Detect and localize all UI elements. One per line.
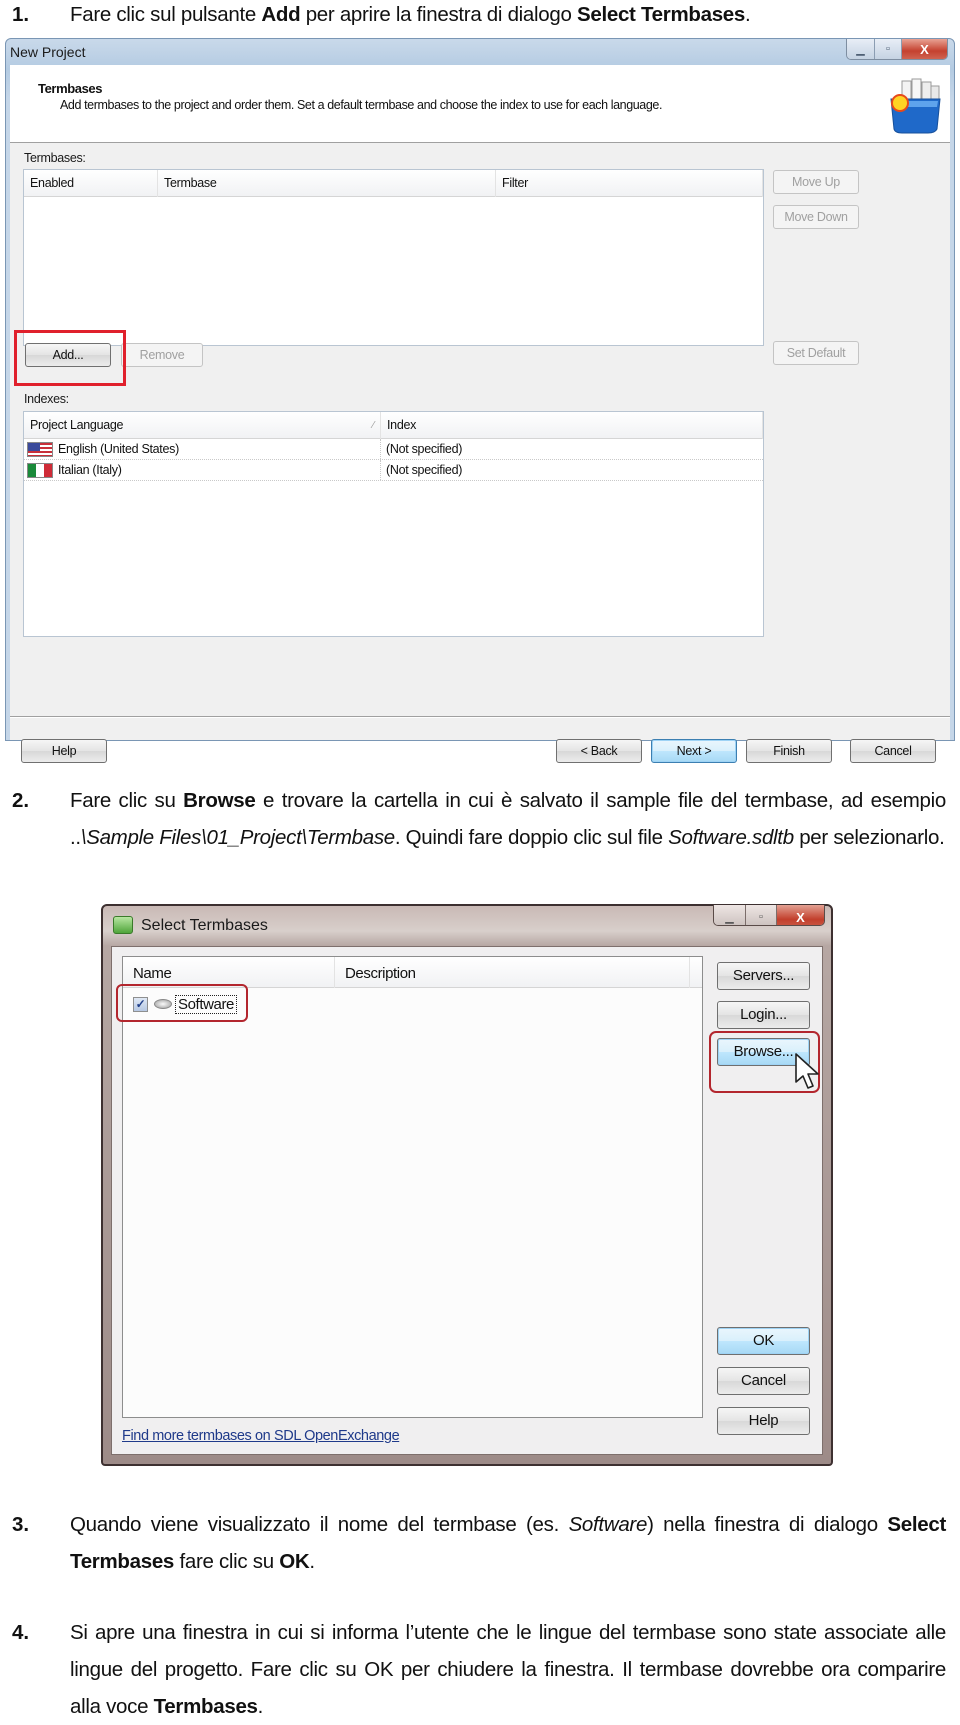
move-up-button[interactable]: Move Up — [773, 170, 859, 194]
software-row-highlight — [116, 984, 248, 1022]
cancel-button[interactable]: Cancel — [717, 1367, 810, 1395]
step-text: Si apre una finestra in cui si informa l… — [70, 1614, 946, 1725]
bold-text: Browse — [183, 789, 256, 812]
finish-button[interactable]: Finish — [746, 739, 832, 763]
step-number: 2. — [12, 789, 30, 812]
column-header-filter[interactable]: Filter — [496, 170, 763, 197]
indexes-grid[interactable]: Project Language ⁄ Index English (United… — [23, 411, 764, 637]
step-number: 1. — [12, 3, 30, 26]
text-run: . Quindi fare doppio clic sul file — [394, 826, 669, 849]
new-project-window: New Project ▁ ▫ X Termbases Add termbase… — [5, 38, 955, 763]
column-header-filler — [690, 957, 702, 988]
sort-indicator-icon: ⁄ — [372, 420, 375, 431]
text-run: . — [257, 1695, 264, 1718]
window-controls: ▁ ▫ X — [846, 39, 948, 60]
servers-button[interactable]: Servers... — [717, 962, 810, 990]
step-number: 4. — [12, 1621, 30, 1644]
wizard-body: Termbases Add termbases to the project a… — [10, 65, 950, 763]
step-text: Quando viene visualizzato il nome del te… — [70, 1506, 946, 1580]
italy-flag-icon — [27, 463, 53, 478]
step-number: 3. — [12, 1513, 30, 1536]
us-flag-icon — [27, 442, 53, 457]
bold-text: OK — [279, 1550, 310, 1573]
column-header-project-language[interactable]: Project Language ⁄ — [24, 412, 381, 439]
ok-button[interactable]: OK — [717, 1327, 810, 1355]
indexes-grid-header: Project Language ⁄ Index — [24, 412, 763, 439]
project-language-cell: Italian (Italy) — [58, 463, 122, 477]
index-cell[interactable]: (Not specified) — [386, 439, 462, 460]
bold-text: Termbases — [153, 1695, 258, 1718]
minimize-button[interactable]: ▁ — [847, 39, 874, 59]
termbase-folder-icon — [113, 916, 133, 934]
wizard-header: Termbases Add termbases to the project a… — [10, 65, 950, 143]
italic-text: Software.sdltb — [668, 826, 794, 849]
termbases-grid[interactable]: Enabled Termbase Filter — [23, 169, 764, 346]
column-header-index[interactable]: Index — [381, 412, 763, 439]
dialog-body: Name Description ✓ Software Servers... L… — [111, 946, 823, 1455]
column-header-termbase[interactable]: Termbase — [158, 170, 496, 197]
indexes-label: Indexes: — [24, 392, 69, 406]
cell-divider — [380, 460, 381, 480]
termbases-label: Termbases: — [24, 151, 86, 165]
close-button[interactable]: X — [776, 905, 824, 925]
termbases-grid-header: Enabled Termbase Filter — [24, 170, 763, 197]
column-header-enabled[interactable]: Enabled — [24, 170, 158, 197]
text-run: Fare clic sul pulsante — [70, 3, 262, 26]
window-controls: ▁ ▫ X — [713, 905, 825, 926]
index-cell[interactable]: (Not specified) — [386, 460, 462, 481]
window-title: New Project — [10, 44, 86, 60]
italic-text: Software — [568, 1513, 648, 1536]
add-button-highlight — [14, 330, 126, 386]
index-row[interactable]: English (United States) (Not specified) — [24, 439, 763, 460]
cancel-button[interactable]: Cancel — [850, 739, 936, 763]
step-text: Fare clic su Browse e trovare la cartell… — [70, 782, 946, 856]
termbase-list[interactable]: Name Description ✓ Software — [122, 956, 703, 1418]
text-run: Quando viene visualizzato il nome del te… — [70, 1513, 569, 1536]
login-button[interactable]: Login... — [717, 1001, 810, 1029]
minimize-button[interactable]: ▁ — [714, 905, 745, 925]
close-button[interactable]: X — [901, 39, 947, 59]
text-run: Fare clic su — [70, 789, 184, 812]
select-termbases-window: Select Termbases ▁ ▫ X Name Description … — [101, 904, 833, 1466]
help-button[interactable]: Help — [717, 1407, 810, 1435]
text-run: fare clic su — [174, 1550, 280, 1573]
step-text: Fare clic sul pulsante Add per aprire la… — [70, 0, 946, 33]
italic-text: \Sample Files\01_Project\Termbase — [80, 826, 395, 849]
text-run: . — [745, 3, 751, 26]
page-title: Termbases — [38, 81, 103, 96]
move-down-button[interactable]: Move Down — [773, 205, 859, 229]
text-run: ) nella finestra di dialogo — [647, 1513, 888, 1536]
back-button[interactable]: < Back — [556, 739, 642, 763]
mouse-cursor-icon — [795, 1053, 819, 1089]
set-default-button[interactable]: Set Default — [773, 341, 859, 365]
column-header-description[interactable]: Description — [335, 957, 690, 988]
page-subtitle: Add termbases to the project and order t… — [60, 98, 663, 112]
project-language-cell: English (United States) — [58, 442, 179, 456]
next-button[interactable]: Next > — [651, 739, 737, 763]
termbase-bucket-icon — [890, 78, 941, 134]
cell-divider — [380, 439, 381, 459]
text-run: per selezionarlo. — [793, 826, 945, 849]
footer-divider — [10, 716, 950, 717]
remove-button[interactable]: Remove — [121, 343, 203, 367]
text-run: . — [309, 1550, 315, 1573]
column-header-label: Project Language — [30, 418, 124, 432]
help-button[interactable]: Help — [21, 739, 107, 763]
bold-text: Select Termbases — [576, 3, 746, 26]
openexchange-link[interactable]: Find more termbases on SDL OpenExchange — [122, 1428, 400, 1444]
text-run: per aprire la finestra di dialogo — [300, 3, 577, 26]
window-title: Select Termbases — [141, 917, 268, 934]
maximize-button[interactable]: ▫ — [874, 39, 901, 59]
bold-text: Add — [261, 3, 301, 26]
index-row[interactable]: Italian (Italy) (Not specified) — [24, 460, 763, 481]
maximize-button[interactable]: ▫ — [745, 905, 776, 925]
